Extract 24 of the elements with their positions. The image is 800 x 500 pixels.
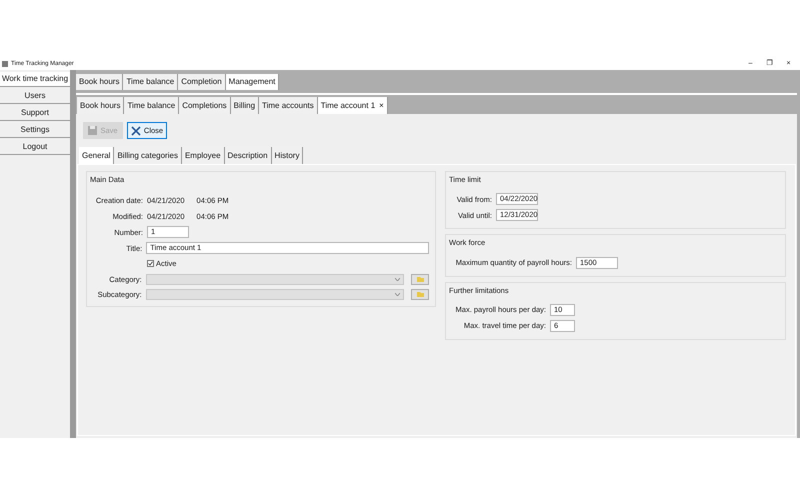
close-icon bbox=[130, 126, 141, 136]
sidebar-item[interactable]: Settings bbox=[0, 123, 70, 138]
sidebar-item[interactable]: Work time tracking bbox=[0, 72, 70, 87]
tab[interactable]: Book hours bbox=[77, 97, 124, 114]
tab[interactable]: Billing bbox=[230, 97, 260, 114]
tab[interactable]: Time balance bbox=[123, 74, 178, 90]
folder-icon bbox=[416, 276, 424, 282]
tab[interactable]: Time accounts bbox=[259, 97, 318, 114]
tab[interactable]: General bbox=[79, 147, 114, 164]
tab[interactable]: Time account 1 × bbox=[318, 97, 388, 114]
tab[interactable]: Time balance bbox=[124, 97, 180, 114]
tab[interactable]: Completion bbox=[178, 74, 226, 90]
chevron-icon bbox=[395, 278, 400, 281]
tab[interactable]: Book hours bbox=[76, 74, 124, 90]
folder-icon bbox=[416, 292, 424, 297]
check-icon bbox=[148, 261, 153, 266]
browse-button[interactable] bbox=[411, 288, 429, 300]
browse-button[interactable] bbox=[411, 274, 429, 285]
sidebar-item[interactable]: Support bbox=[0, 106, 70, 121]
tab[interactable]: Management bbox=[226, 74, 280, 90]
chevron-icon bbox=[395, 292, 400, 296]
close-tab-icon[interactable]: × bbox=[379, 100, 384, 112]
tab[interactable]: Completions bbox=[179, 97, 231, 114]
app-icon bbox=[2, 61, 8, 67]
